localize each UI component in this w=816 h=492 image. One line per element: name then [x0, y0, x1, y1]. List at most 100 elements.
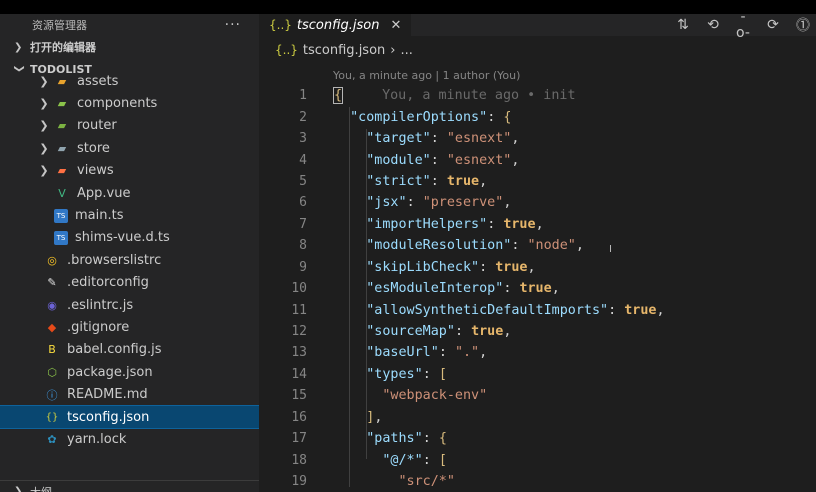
- json-icon: {..}: [269, 18, 292, 32]
- split-editor-icon[interactable]: ⓵: [794, 15, 812, 35]
- explorer-title: 资源管理器: [32, 19, 87, 32]
- chevron-right-icon: ❯: [39, 141, 49, 155]
- code-view[interactable]: 1{You, a minute ago • init 2 "compilerOp…: [259, 85, 816, 492]
- item-label: components: [77, 96, 158, 112]
- code-line[interactable]: 14 "types": [: [259, 364, 816, 385]
- code-line[interactable]: 9 "skipLibCheck": true,: [259, 257, 816, 278]
- file-item[interactable]: ⓘ README.md: [0, 383, 259, 405]
- typescript-icon: TS: [54, 230, 68, 245]
- file-item[interactable]: ✿ yarn.lock: [0, 428, 259, 450]
- folder-item[interactable]: ❯ ▰ router: [0, 115, 259, 137]
- code-line[interactable]: 13 "baseUrl": ".",: [259, 342, 816, 363]
- folder-item[interactable]: ❯ ▰ assets: [0, 70, 259, 92]
- file-item[interactable]: ◆ .gitignore: [0, 316, 259, 338]
- more-actions-icon[interactable]: ···: [225, 17, 241, 33]
- open-changes-icon[interactable]: ⇅: [674, 17, 692, 33]
- item-label: App.vue: [77, 185, 131, 201]
- item-label: .gitignore: [67, 319, 130, 335]
- item-label: .eslintrc.js: [67, 297, 134, 313]
- browserslist-icon: ◎: [47, 253, 57, 267]
- codelens-blame[interactable]: You, a minute ago | 1 author (You): [333, 69, 520, 82]
- tab-tsconfig[interactable]: {..} tsconfig.json ✕: [259, 14, 412, 36]
- code-line[interactable]: 12 "sourceMap": true,: [259, 321, 816, 342]
- breadcrumb: {..} tsconfig.json › ...: [259, 36, 816, 64]
- breadcrumb-separator: ›: [390, 42, 396, 58]
- folder-icon: ▰: [57, 141, 67, 155]
- close-icon[interactable]: ✕: [390, 18, 401, 33]
- breadcrumb-more[interactable]: ...: [400, 43, 412, 58]
- item-label: store: [77, 140, 110, 156]
- breadcrumb-file[interactable]: tsconfig.json: [303, 43, 385, 58]
- babel-icon: B: [48, 343, 56, 357]
- code-line[interactable]: 8 "moduleResolution": "node",: [259, 235, 816, 256]
- open-editors-section[interactable]: ❯ 打开的编辑器: [0, 36, 259, 58]
- item-label: babel.config.js: [67, 342, 162, 358]
- eslint-icon: ◉: [47, 298, 57, 312]
- git-commit-icon[interactable]: -o-: [734, 9, 752, 41]
- file-item[interactable]: ⬡ package.json: [0, 361, 259, 383]
- top-bar: [0, 0, 816, 14]
- item-label: assets: [77, 73, 119, 89]
- file-item[interactable]: {} tsconfig.json: [0, 404, 259, 430]
- code-line[interactable]: 4 "module": "esnext",: [259, 149, 816, 170]
- item-label: router: [77, 118, 117, 134]
- folder-item[interactable]: ❯ ▰ views: [0, 160, 259, 182]
- chevron-right-icon: ❯: [14, 41, 23, 53]
- code-line[interactable]: 16 ],: [259, 407, 816, 428]
- file-item[interactable]: TS main.ts: [0, 204, 259, 226]
- nodejs-icon: ⬡: [47, 365, 57, 379]
- code-line[interactable]: 11 "allowSyntheticDefaultImports": true,: [259, 299, 816, 320]
- chevron-right-icon: ❯: [39, 97, 49, 111]
- item-label: main.ts: [75, 208, 124, 224]
- code-line[interactable]: 10 "esModuleInterop": true,: [259, 278, 816, 299]
- folder-icon: ▰: [57, 74, 67, 88]
- chevron-right-icon: ❯: [39, 74, 49, 88]
- code-line[interactable]: 15 "webpack-env": [259, 385, 816, 406]
- code-line[interactable]: 7 "importHelpers": true,: [259, 214, 816, 235]
- code-line[interactable]: 18 "@/*": [: [259, 449, 816, 470]
- code-line[interactable]: 5 "strict": true,: [259, 171, 816, 192]
- chevron-right-icon: ❯: [39, 164, 49, 178]
- vue-icon: V: [58, 186, 66, 200]
- chevron-right-icon: ❯: [14, 486, 23, 492]
- editorconfig-icon: ✎: [47, 276, 57, 290]
- folder-icon: ▰: [57, 164, 67, 178]
- file-tree: ❯ ▰ assets ❯ ▰ components ❯ ▰ router ❯ ▰ store ❯ ▰ vie…: [0, 70, 259, 451]
- git-icon: ◆: [47, 320, 57, 334]
- code-line[interactable]: 1{You, a minute ago • init: [259, 85, 816, 106]
- code-line[interactable]: 6 "jsx": "preserve",: [259, 192, 816, 213]
- outline-label: 大纲: [30, 485, 52, 492]
- file-item[interactable]: Bbabel.config.js: [0, 339, 259, 361]
- item-label: package.json: [67, 364, 153, 380]
- code-line[interactable]: 19 "src/*": [259, 471, 816, 492]
- json-icon: {}: [45, 411, 59, 423]
- item-label: views: [77, 163, 114, 179]
- editor-area: {..} tsconfig.json ✕ ⇅ ⟲ -o- ⟳ ⓵ {..} ts…: [259, 9, 816, 492]
- file-item[interactable]: V App.vue: [0, 182, 259, 204]
- yarn-icon: ✿: [47, 432, 57, 446]
- folder-item[interactable]: ❯ ▰ components: [0, 92, 259, 114]
- item-label: tsconfig.json: [67, 409, 150, 425]
- folder-icon: ▰: [57, 119, 67, 133]
- item-label: yarn.lock: [67, 431, 127, 447]
- folder-item[interactable]: ❯ ▰ store: [0, 137, 259, 159]
- next-change-icon[interactable]: ⟳: [764, 17, 782, 33]
- item-label: shims-vue.d.ts: [75, 230, 170, 246]
- json-icon: {..}: [275, 43, 298, 57]
- chevron-right-icon: ❯: [39, 119, 49, 133]
- open-editors-label: 打开的编辑器: [30, 41, 96, 54]
- file-item[interactable]: ✎ .editorconfig: [0, 272, 259, 294]
- previous-change-icon[interactable]: ⟲: [704, 17, 722, 33]
- tab-label: tsconfig.json: [296, 17, 380, 33]
- file-item[interactable]: ◉ .eslintrc.js: [0, 294, 259, 316]
- code-line[interactable]: 17 "paths": {: [259, 428, 816, 449]
- text-cursor-icon: I: [609, 244, 612, 255]
- inline-blame: You, a minute ago • init: [382, 88, 576, 104]
- outline-section[interactable]: ❯ 大纲: [0, 480, 259, 492]
- file-item[interactable]: ◎ .browserslistrc: [0, 249, 259, 271]
- explorer-header: 资源管理器 ···: [0, 14, 259, 36]
- code-line[interactable]: 3 "target": "esnext",: [259, 128, 816, 149]
- file-item[interactable]: TS shims-vue.d.ts: [0, 227, 259, 249]
- item-label: README.md: [67, 387, 148, 403]
- code-line[interactable]: 2 "compilerOptions": {: [259, 106, 816, 127]
